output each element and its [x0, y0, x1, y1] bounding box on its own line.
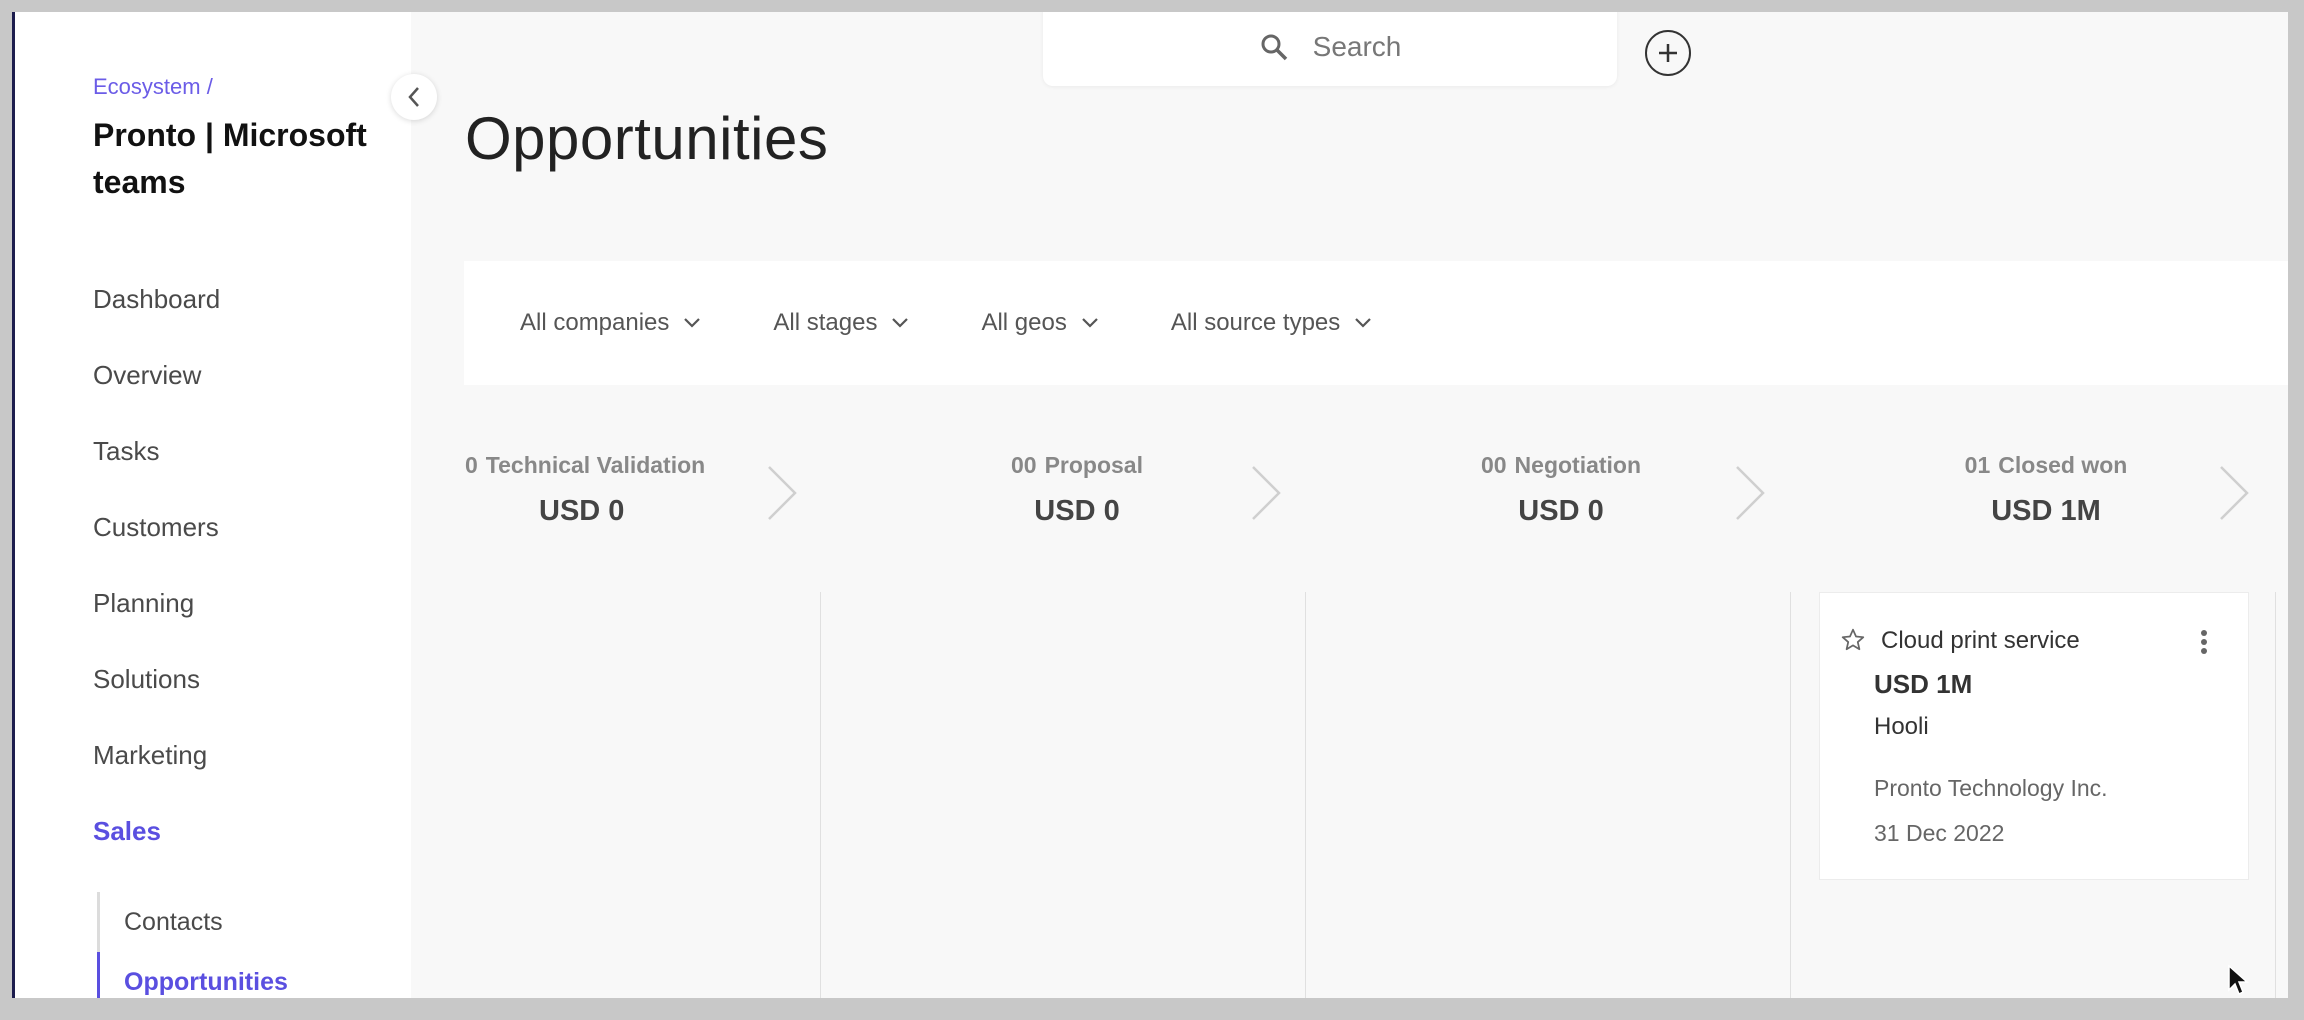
sidebar-item-customers[interactable]: Customers [93, 512, 220, 588]
filter-label: All stages [773, 309, 878, 336]
chevron-down-icon [892, 318, 909, 328]
sidebar-item-overview[interactable]: Overview [93, 360, 220, 436]
column-divider [820, 592, 821, 998]
sidebar-item-sales[interactable]: Sales [93, 816, 220, 892]
filter-label: All geos [981, 309, 1067, 336]
breadcrumb[interactable]: Ecosystem / [93, 74, 213, 100]
opportunity-card[interactable]: Cloud print service USD 1M Hooli Pronto … [1819, 592, 2249, 880]
sidebar-subitem-contacts[interactable]: Contacts [97, 892, 288, 952]
stage-amount: USD 0 [1034, 495, 1120, 527]
column-divider [1790, 592, 1791, 998]
add-button[interactable] [1645, 30, 1691, 76]
stage-count: 01 [1964, 452, 1991, 478]
sidebar-item-tasks[interactable]: Tasks [93, 436, 220, 512]
sidebar: Ecosystem / Pronto | Microsoft teams Das… [15, 12, 411, 998]
page-title: Opportunities [465, 105, 829, 172]
sidebar-item-solutions[interactable]: Solutions [93, 664, 220, 740]
chevron-down-icon [1355, 318, 1372, 328]
stage-amount: USD 1M [1991, 495, 2101, 527]
project-title: Pronto | Microsoft teams [93, 117, 367, 200]
chevron-right-icon [1736, 466, 1765, 520]
mouse-cursor-icon [2228, 964, 2249, 996]
stage-count: 00 [1480, 452, 1507, 478]
star-icon[interactable] [1840, 627, 1866, 653]
chevron-right-icon [768, 466, 797, 520]
app-window: Ecosystem / Pronto | Microsoft teams Das… [12, 12, 2288, 998]
filter-label: All source types [1170, 309, 1341, 336]
search-bar[interactable]: Search [1043, 12, 1617, 86]
opportunity-date: 31 Dec 2022 [1874, 820, 2005, 846]
chevron-right-icon [1252, 466, 1281, 520]
filter-companies[interactable]: All companies [520, 309, 701, 337]
stage-proposal[interactable]: 00 Proposal USD 0 [912, 452, 1242, 528]
filter-source-types[interactable]: All source types [1171, 309, 1372, 337]
filter-geos[interactable]: All geos [981, 309, 1098, 337]
column-divider [1305, 592, 1306, 998]
stage-name: Closed won [1998, 452, 2128, 478]
chevron-down-icon [684, 318, 701, 328]
more-vertical-icon[interactable] [2200, 629, 2208, 655]
opportunity-company: Hooli [1874, 713, 1929, 740]
opportunity-name[interactable]: Cloud print service [1881, 627, 2080, 655]
sidebar-item-dashboard[interactable]: Dashboard [93, 284, 220, 360]
chevron-down-icon [1082, 318, 1098, 328]
stage-amount: USD 0 [539, 495, 625, 527]
plus-icon [1659, 44, 1677, 62]
stage-name: Negotiation [1514, 452, 1642, 478]
collapse-sidebar-button[interactable] [391, 74, 437, 120]
stage-name: Proposal [1044, 452, 1143, 478]
filter-bar: All companies All stages All geos All so… [464, 261, 2288, 385]
opportunity-amount: USD 1M [1874, 669, 1973, 699]
sidebar-subnav: Contacts Opportunities [97, 892, 288, 998]
sidebar-subitem-opportunities[interactable]: Opportunities [97, 952, 288, 998]
chevron-left-icon [408, 87, 419, 107]
stage-name: Technical Validation [485, 452, 706, 478]
opportunity-organization: Pronto Technology Inc. [1874, 775, 2108, 801]
stage-closed-won[interactable]: 01 Closed won USD 1M [1881, 452, 2211, 528]
chevron-right-icon [2220, 466, 2249, 520]
filter-stages[interactable]: All stages [773, 309, 909, 337]
stage-technical-validation[interactable]: 0 Technical Validation USD 0 [465, 452, 725, 528]
stage-count: 0 [465, 452, 478, 478]
sidebar-item-planning[interactable]: Planning [93, 588, 220, 664]
filter-label: All companies [520, 309, 670, 336]
stage-negotiation[interactable]: 00 Negotiation USD 0 [1396, 452, 1726, 528]
search-icon [1261, 34, 1287, 61]
stage-amount: USD 0 [1518, 495, 1604, 527]
column-divider [2275, 592, 2276, 998]
search-input[interactable]: Search [1313, 31, 1402, 63]
stage-count: 00 [1010, 452, 1037, 478]
sidebar-item-marketing[interactable]: Marketing [93, 740, 220, 816]
sidebar-nav: Dashboard Overview Tasks Customers Plann… [93, 284, 220, 892]
